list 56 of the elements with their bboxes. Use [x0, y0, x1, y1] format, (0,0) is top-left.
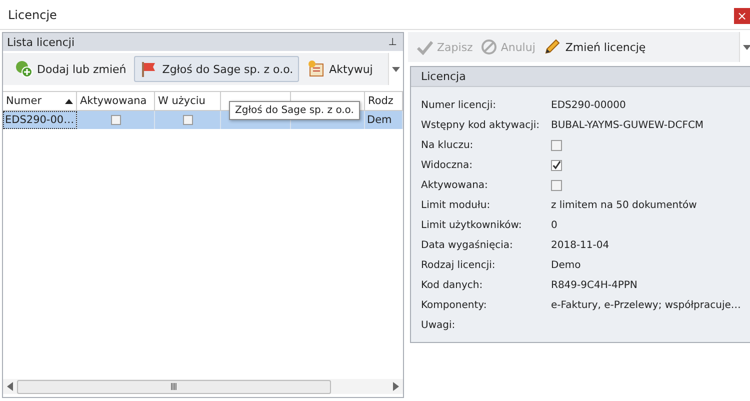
column-header[interactable]: W użyciu [155, 92, 221, 110]
table-cell: Dem [365, 111, 403, 129]
panel-title: Lista licencji [7, 36, 75, 48]
scroll-thumb[interactable] [17, 380, 331, 394]
checkbox[interactable] [182, 115, 192, 125]
horizontal-scrollbar[interactable] [3, 379, 403, 394]
grip-icon [171, 383, 177, 390]
field-label: Limit modułu: [421, 200, 492, 210]
column-header[interactable]: Aktywowana [77, 92, 155, 110]
overflow-button[interactable] [738, 32, 750, 62]
field-value: 0 [551, 220, 558, 230]
checkbox[interactable] [551, 180, 562, 190]
field-value: Demo [551, 260, 581, 270]
field-value: R849-9C4H-4PPN [551, 280, 638, 290]
field-value: z limitem na 50 dokumentów [551, 200, 697, 210]
field-label: Limit użytkowników: [421, 220, 523, 230]
panel-title: Licencja [421, 70, 466, 83]
overflow-button[interactable] [388, 53, 403, 85]
field-label: Komponenty: [421, 300, 488, 310]
field-value: EDS290-00000 [551, 100, 626, 110]
field-label: Na kluczu: [421, 140, 474, 150]
window-title: Licencje [8, 8, 57, 22]
checkbox[interactable] [551, 160, 562, 170]
field-value: e-Faktury, e-Przelewy; współpracuje… [551, 300, 741, 310]
toolbar-button[interactable]: Zmień licencję [540, 38, 649, 56]
field-label: Numer licencji: [421, 100, 497, 110]
checkmark-icon [417, 39, 433, 55]
field-label: Uwagi: [421, 320, 456, 330]
field-value: BUBAL-YAYMS-GUWEW-DCFCM [551, 120, 704, 130]
caret-icon [742, 44, 750, 50]
caret-icon [392, 66, 400, 72]
field-label: Widoczna: [421, 160, 474, 170]
scroll-left-icon [7, 382, 13, 391]
toolbar-button[interactable]: Aktywuj [301, 56, 379, 82]
certificate-icon [307, 60, 326, 78]
close-button[interactable]: × [734, 8, 750, 24]
cancel-icon [480, 39, 497, 55]
field-label: Data wygaśnięcia: [421, 240, 514, 250]
toolbar-button[interactable]: Zgłoś do Sage sp. z o.o. [134, 56, 300, 82]
toolbar-button[interactable]: Dodaj lub zmień [9, 56, 132, 82]
column-header[interactable]: Numer [3, 92, 77, 110]
field-label: Wstępny kod aktywacji: [421, 120, 541, 130]
column-header[interactable]: Rodz [365, 92, 403, 110]
checkbox[interactable] [551, 140, 562, 150]
field-label: Kod danych: [421, 280, 484, 290]
add-icon [15, 60, 33, 78]
table-cell: EDS290-00… [3, 111, 77, 129]
field-label: Aktywowana: [421, 180, 489, 190]
field-value: 2018-11-04 [551, 240, 610, 250]
pencil-icon [543, 38, 562, 56]
sort-icon [65, 98, 73, 104]
scroll-right-icon [393, 382, 399, 391]
tooltip: Zgłoś do Sage sp. z o.o. [229, 101, 360, 120]
checkbox[interactable] [110, 115, 120, 125]
pin-button[interactable]: ⊥ [388, 36, 397, 48]
field-label: Rodzaj licencji: [421, 260, 496, 270]
